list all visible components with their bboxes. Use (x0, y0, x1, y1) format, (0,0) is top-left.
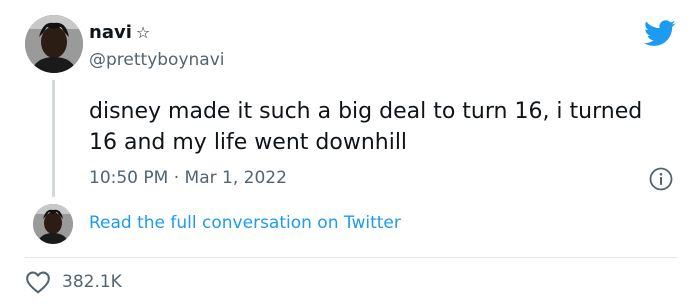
heart-icon[interactable] (25, 270, 51, 294)
author-avatar-small[interactable] (33, 204, 73, 244)
author-name[interactable]: navi ☆ (89, 22, 150, 43)
divider (25, 257, 677, 258)
info-icon[interactable] (649, 167, 673, 191)
author-name-text: navi (89, 22, 132, 43)
author-handle[interactable]: @prettyboynavi (89, 50, 225, 70)
author-avatar[interactable] (25, 15, 83, 73)
thread-connector-line (52, 80, 55, 197)
tweet-text: disney made it such a big deal to turn 1… (89, 99, 643, 155)
tweet-timestamp[interactable]: 10:50 PM · Mar 1, 2022 (89, 168, 287, 188)
like-count: 382.1K (62, 272, 122, 292)
read-full-conversation-link[interactable]: Read the full conversation on Twitter (89, 213, 401, 233)
star-icon: ☆ (135, 23, 151, 42)
like-button[interactable]: 382.1K (25, 270, 122, 294)
twitter-bird-icon[interactable] (644, 20, 676, 47)
